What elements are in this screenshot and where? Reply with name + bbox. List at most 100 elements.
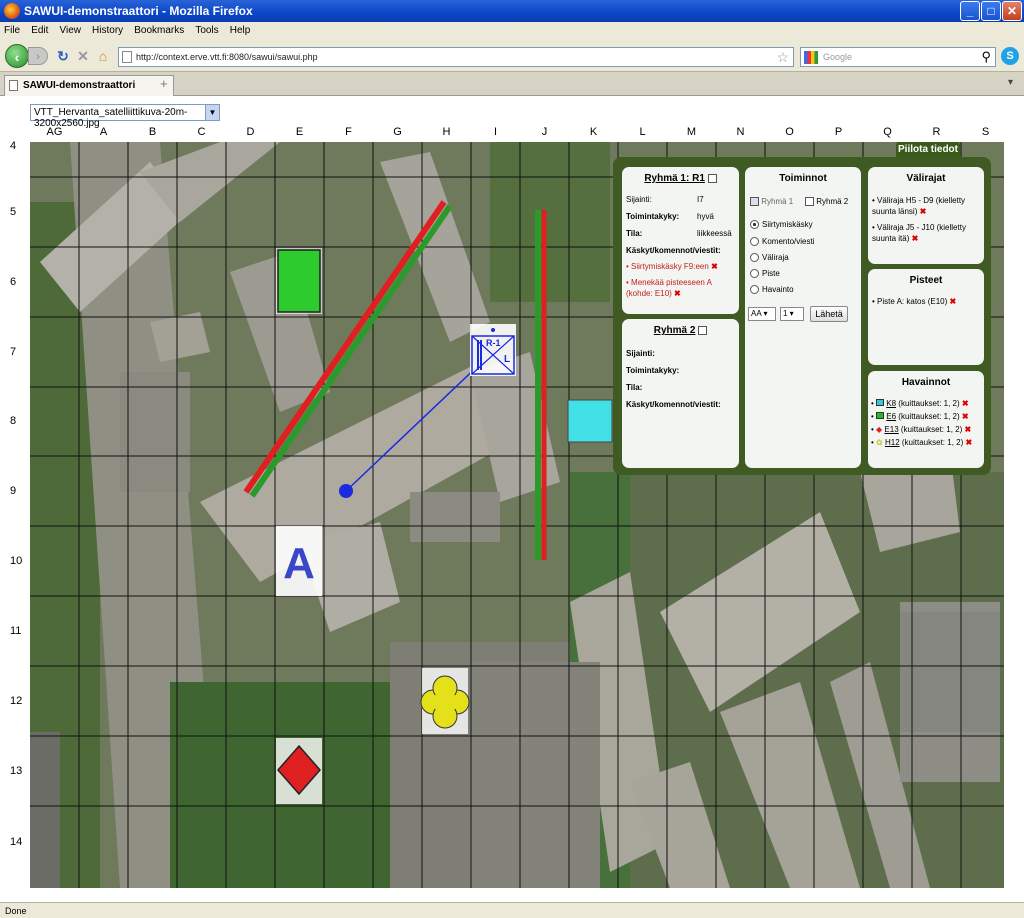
points-title: Pisteet (909, 275, 943, 286)
delete-icon[interactable]: ✖ (674, 289, 681, 298)
radio-icon[interactable] (750, 253, 759, 263)
url-bar[interactable]: http://context.erve.vtt.fi:8080/sawui/sa… (118, 47, 794, 67)
minimize-button[interactable]: _ (960, 1, 980, 21)
search-placeholder: Google (823, 52, 853, 62)
menu-history[interactable]: History (88, 22, 127, 36)
col-head: A (99, 126, 108, 138)
reload-icon[interactable]: ↻ (55, 48, 71, 64)
map-select[interactable]: VTT_Hervanta_satelliittikuva-20m-3200x25… (30, 104, 220, 129)
radio-command[interactable]: Komento/viesti (750, 237, 814, 247)
boundary-item[interactable]: • Väliraja H5 - D9 (kielletty suunta län… (872, 195, 980, 217)
radio-point[interactable]: Piste (750, 269, 780, 279)
row-select[interactable]: 1 ▾ (780, 307, 804, 321)
observation-k8-marker[interactable] (567, 399, 613, 443)
radio-icon[interactable] (750, 237, 759, 247)
movement-target-marker[interactable] (339, 484, 353, 498)
status-text: Done (5, 906, 27, 916)
menu-tools[interactable]: Tools (191, 22, 222, 36)
delete-icon[interactable]: ✖ (912, 234, 919, 243)
hide-info-tab[interactable]: Piilota tiedot (896, 142, 960, 158)
stop-icon[interactable]: ✕ (75, 48, 91, 64)
row-head: 9 (10, 485, 17, 497)
group2-select-checkbox[interactable] (805, 197, 814, 207)
group1-location-label: Sijainti: (626, 195, 652, 204)
delete-icon[interactable]: ✖ (950, 297, 957, 306)
cyan-square-icon (876, 399, 885, 406)
boundary-line-j5-j10[interactable] (535, 210, 547, 560)
group1-title: Ryhmä 1: R1 (622, 173, 739, 184)
observation-e6-marker[interactable] (276, 248, 322, 314)
radio-observation[interactable]: Havainto (750, 285, 794, 295)
group1-order-item[interactable]: • Siirtymiskäsky F9:een ✖ (626, 262, 736, 271)
window-title: SAWUI-demonstraattori - Mozilla Firefox (24, 4, 253, 18)
group2-checkbox[interactable] (698, 325, 708, 335)
row-head: 11 (10, 625, 22, 637)
search-icon[interactable]: ⚲ (981, 49, 991, 65)
row-head: 4 (10, 140, 17, 152)
menu-view[interactable]: View (55, 22, 85, 36)
window-titlebar: SAWUI-demonstraattori - Mozilla Firefox … (0, 0, 1024, 22)
observation-e13-marker[interactable] (276, 738, 322, 804)
observation-item-k8[interactable]: • K8 (kuittaukset: 1, 2) ✖ (871, 399, 969, 408)
red-diamond-icon: ◆ (876, 425, 883, 434)
point-item[interactable]: • Piste A: katos (E10) ✖ (872, 297, 980, 306)
group2-location-label: Sijainti: (626, 349, 655, 358)
col-head: R (932, 126, 941, 138)
skype-icon[interactable]: S (1001, 47, 1019, 65)
actions-group2-option[interactable]: Ryhmä 2 (805, 197, 848, 207)
maximize-button[interactable]: □ (981, 1, 1001, 21)
delete-icon[interactable]: ✖ (962, 399, 969, 408)
new-tab-button[interactable]: + (160, 76, 168, 91)
observation-item-e13[interactable]: • ◆ E13 (kuittaukset: 1, 2) ✖ (871, 425, 971, 434)
delete-icon[interactable]: ✖ (962, 412, 969, 421)
observation-item-h12[interactable]: • ✿ H12 (kuittaukset: 1, 2) ✖ (871, 438, 972, 447)
bookmark-star-icon[interactable]: ☆ (776, 49, 789, 66)
col-head: P (834, 126, 843, 138)
tab-list-icon[interactable]: ▾ (1008, 77, 1013, 88)
delete-icon[interactable]: ✖ (920, 207, 927, 216)
points-card: Pisteet • Piste A: katos (E10) ✖ (868, 269, 984, 365)
group2-state-label: Tila: (626, 383, 643, 392)
radio-movement-order[interactable]: Siirtymiskäsky (750, 220, 813, 230)
radio-icon[interactable] (750, 285, 759, 295)
menu-help[interactable]: Help (226, 22, 255, 36)
unit-suffix: L (504, 354, 510, 365)
boundary-item[interactable]: • Väliraja J5 - J10 (kielletty suunta it… (872, 222, 980, 244)
radio-icon[interactable] (750, 269, 759, 279)
column-select[interactable]: AA ▾ (748, 307, 776, 321)
delete-icon[interactable]: ✖ (964, 425, 971, 434)
back-arrow-icon[interactable]: ‹ (5, 44, 29, 68)
col-head: K (589, 126, 598, 138)
close-button[interactable]: ✕ (1002, 1, 1022, 21)
col-head: C (197, 126, 206, 138)
status-bar: Done (0, 902, 1024, 918)
group2-title: Ryhmä 2 (622, 325, 739, 336)
send-button[interactable]: Lähetä (810, 306, 848, 322)
unit-r1-symbol[interactable]: R-1 L (470, 324, 516, 376)
forward-arrow-icon[interactable]: › (28, 47, 48, 65)
delete-icon[interactable]: ✖ (965, 438, 972, 447)
menu-file[interactable]: File (0, 22, 24, 36)
row-head: 12 (10, 695, 23, 707)
col-head: E (295, 126, 304, 138)
menu-bookmarks[interactable]: Bookmarks (130, 22, 188, 36)
delete-icon[interactable]: ✖ (711, 262, 718, 271)
group1-checkbox[interactable] (707, 173, 717, 183)
chevron-down-icon[interactable]: ▼ (205, 105, 219, 120)
point-a-marker[interactable]: A (276, 526, 322, 596)
actions-group1-option[interactable]: Ryhmä 1 (750, 197, 793, 207)
menu-edit[interactable]: Edit (27, 22, 52, 36)
observation-item-e6[interactable]: • E6 (kuittaukset: 1, 2) ✖ (871, 412, 969, 421)
observation-h12-marker[interactable] (420, 668, 470, 734)
group1-select-checkbox[interactable] (750, 197, 759, 207)
tab-sawui[interactable]: SAWUI-demonstraattori (4, 75, 174, 96)
tab-bar: SAWUI-demonstraattori (0, 72, 1024, 96)
radio-icon[interactable] (750, 220, 759, 230)
group1-location: I7 (697, 195, 704, 204)
home-icon[interactable]: ⌂ (95, 48, 111, 64)
group1-order-item[interactable]: • Menekää pisteeseen A (kohde: E10) ✖ (626, 277, 736, 299)
col-head: J (541, 126, 548, 138)
radio-boundary[interactable]: Väliraja (750, 253, 789, 263)
col-head: H (442, 126, 451, 138)
search-input[interactable]: Google ⚲ (800, 47, 996, 67)
